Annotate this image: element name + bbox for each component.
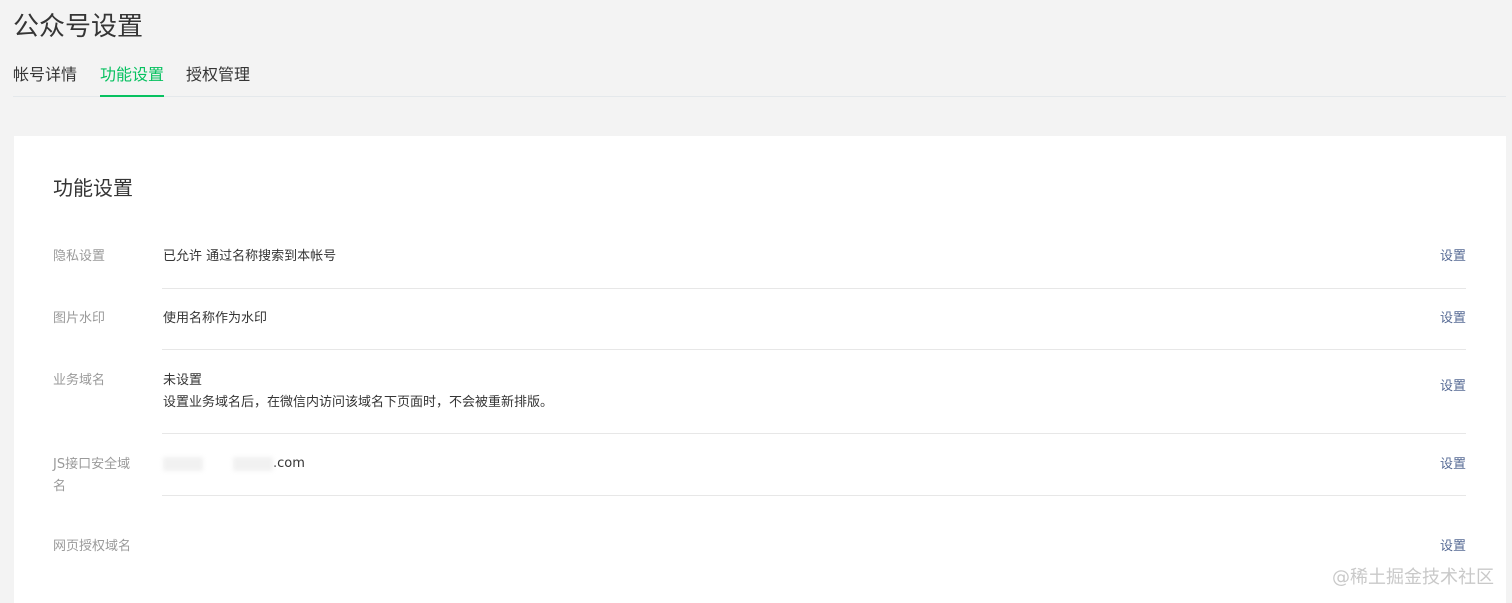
image-watermark-label: 图片水印: [53, 311, 106, 326]
web-auth-domain-label: 网页授权域名: [53, 539, 132, 554]
business-domain-status: 未设置: [163, 373, 203, 388]
privacy-settings-value: 已允许 通过名称搜索到本帐号: [163, 249, 337, 264]
js-safe-domain-label: JS接口安全域名: [53, 457, 131, 494]
js-safe-domain-button[interactable]: 设置: [1440, 454, 1466, 476]
row-divider: [162, 433, 1466, 434]
settings-page: 公众号设置 帐号详情 功能设置 授权管理 功能设置 隐私设置 已允许 通过名称搜…: [0, 0, 1512, 603]
tab-authorization-management[interactable]: 授权管理: [186, 62, 250, 95]
row-divider: [162, 349, 1466, 350]
business-domain-label: 业务域名: [53, 373, 106, 388]
privacy-settings-label: 隐私设置: [53, 249, 106, 264]
redacted-domain-part: [163, 456, 203, 471]
function-settings-card: 功能设置 隐私设置 已允许 通过名称搜索到本帐号 设置 图片水印 使用名称作为水…: [14, 136, 1506, 603]
page-title: 公众号设置: [13, 12, 144, 42]
redacted-domain-part: [233, 456, 273, 471]
business-domain-description: 设置业务域名后，在微信内访问该域名下页面时，不会被重新排版。: [163, 395, 554, 410]
image-watermark-button[interactable]: 设置: [1440, 308, 1466, 330]
web-auth-domain-button[interactable]: 设置: [1440, 536, 1466, 558]
settings-tabs: 帐号详情 功能设置 授权管理: [13, 62, 1506, 97]
row-divider: [162, 495, 1466, 496]
tab-account-details[interactable]: 帐号详情: [13, 62, 77, 95]
privacy-settings-button[interactable]: 设置: [1440, 246, 1466, 268]
domain-suffix: .com: [273, 456, 305, 471]
js-safe-domain-value: .com: [163, 453, 305, 475]
image-watermark-value: 使用名称作为水印: [163, 311, 268, 326]
tab-function-settings[interactable]: 功能设置: [100, 62, 165, 97]
card-title: 功能设置: [53, 176, 133, 200]
row-divider: [162, 288, 1466, 289]
business-domain-button[interactable]: 设置: [1440, 376, 1466, 398]
watermark-text: @稀土掘金技术社区: [1332, 567, 1494, 588]
